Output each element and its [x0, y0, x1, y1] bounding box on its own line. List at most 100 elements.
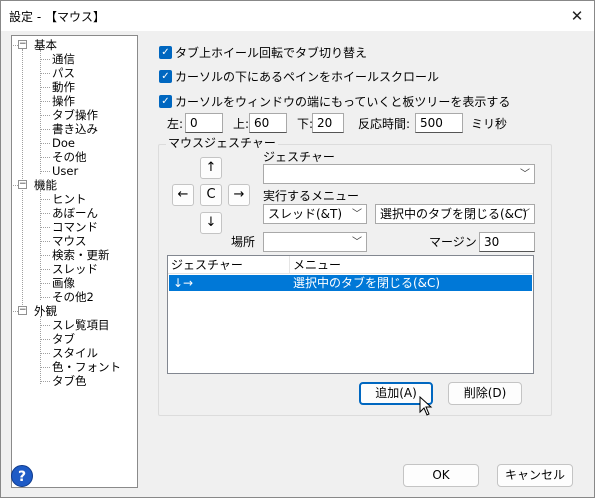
chevron-down-icon[interactable]: ﹀ [352, 236, 362, 250]
tree-connector [40, 59, 50, 60]
menu-action-combo[interactable]: 選択中のタブを閉じる(&C) ﹀ [375, 204, 535, 224]
gesture-list-header: ジェスチャー メニュー [168, 256, 533, 274]
tree-connector [40, 115, 50, 116]
chevron-down-icon[interactable]: ﹀ [352, 208, 362, 222]
tree-item[interactable]: 通信 [52, 52, 75, 66]
wheel-pane-scroll-label[interactable]: カーソルの下にあるペインをホイールスクロール [175, 70, 439, 84]
chevron-down-icon[interactable]: ﹀ [520, 208, 530, 222]
gesture-right-button[interactable]: → [228, 184, 250, 206]
row-menu: 選択中のタブを閉じる(&C) [293, 276, 441, 290]
tree-item[interactable]: 操作 [52, 94, 75, 108]
tree-item[interactable]: User [52, 164, 78, 178]
chevron-down-icon[interactable]: ﹀ [520, 168, 530, 182]
ok-button[interactable]: OK [403, 464, 479, 487]
mouse-gesture-group-label: マウスジェスチャー [166, 136, 278, 150]
edge-show-tree-label[interactable]: カーソルをウィンドウの端にもっていくと板ツリーを表示する [175, 95, 510, 109]
tree-item[interactable]: その他 [52, 150, 87, 164]
wheel-pane-scroll-checkbox[interactable]: ✓ [159, 70, 172, 83]
column-menu[interactable]: メニュー [290, 256, 533, 274]
expand-toggle-icon[interactable]: − [18, 180, 27, 189]
help-icon[interactable]: ? [11, 465, 33, 487]
tree-item[interactable]: Doe [52, 136, 75, 150]
tree-item[interactable]: タブ [52, 332, 75, 346]
tree-connector [40, 353, 50, 354]
menu-category-combo[interactable]: スレッド(&T) ﹀ [263, 204, 367, 224]
tree-group-item[interactable]: 外観 [34, 304, 57, 318]
tree-item[interactable]: 画像 [52, 276, 75, 290]
settings-dialog: 設定 - 【マウス】 ✕ − 基本 通信 パス 動作 操作 タブ操作 書き込み Doe その他 Us… [0, 0, 595, 498]
tree-connector [40, 381, 50, 382]
tree-connector [40, 73, 50, 74]
edge-top-input[interactable]: 60 [249, 113, 287, 133]
menu-category-value: スレッド(&T) [268, 207, 343, 221]
tree-connector [40, 199, 50, 200]
tree-item[interactable]: スレッド [52, 262, 98, 276]
tree-item[interactable]: スタイル [52, 346, 98, 360]
edge-show-tree-checkbox[interactable]: ✓ [159, 95, 172, 108]
edge-bottom-input[interactable]: 20 [312, 113, 344, 133]
gesture-center-button[interactable]: C [200, 184, 222, 206]
margin-label: マージン [429, 235, 477, 249]
gesture-up-button[interactable]: ↑ [200, 157, 222, 179]
column-gesture[interactable]: ジェスチャー [168, 256, 290, 274]
edge-left-input[interactable]: 0 [185, 113, 223, 133]
gesture-left-button[interactable]: ← [172, 184, 194, 206]
place-label: 場所 [231, 235, 256, 249]
delete-button[interactable]: 削除(D) [448, 382, 522, 405]
tree-item[interactable]: あぼーん [52, 206, 98, 220]
tree-group-item[interactable]: 機能 [34, 178, 57, 192]
tree-connector [40, 297, 50, 298]
wheel-tab-switch-checkbox[interactable]: ✓ [159, 46, 172, 59]
reaction-time-input[interactable]: 500 [415, 113, 463, 133]
tree-item[interactable]: 書き込み [52, 122, 98, 136]
tree-item[interactable]: 色・フォント [52, 360, 121, 374]
tree-connector [40, 339, 50, 340]
tree-group-item[interactable]: 基本 [34, 38, 57, 52]
tree-connector [40, 269, 50, 270]
tree-connector [40, 157, 50, 158]
place-combo[interactable]: ﹀ [263, 232, 367, 252]
tree-connector [40, 283, 50, 284]
tree-item[interactable]: 検索・更新 [52, 248, 110, 262]
gesture-label: ジェスチャー [263, 150, 335, 164]
expand-toggle-icon[interactable]: − [18, 40, 27, 49]
tree-connector [40, 50, 41, 174]
tree-item[interactable]: コマンド [52, 220, 98, 234]
tree-connector [40, 255, 50, 256]
tree-connector [40, 325, 50, 326]
tree-connector [40, 213, 50, 214]
tree-item[interactable]: タブ操作 [52, 108, 98, 122]
wheel-tab-switch-label[interactable]: タブ上ホイール回転でタブ切り替え [175, 46, 367, 60]
menu-label: 実行するメニュー [263, 189, 360, 203]
tree-item[interactable]: パス [52, 66, 75, 80]
tree-connector [13, 311, 18, 312]
tree-item[interactable]: その他2 [52, 290, 94, 304]
window-title: 設定 - 【マウス】 [9, 10, 105, 24]
tree-connector [40, 367, 50, 368]
tree-item[interactable]: スレ覧項目 [52, 318, 110, 332]
edge-bottom-label: 下: [297, 117, 314, 131]
tree-connector [40, 241, 50, 242]
tree-item[interactable]: タブ色 [52, 374, 87, 388]
tree-connector [40, 171, 50, 172]
reaction-time-label: 反応時間: [358, 117, 411, 131]
tree-connector [40, 101, 50, 102]
tree-item[interactable]: 動作 [52, 80, 75, 94]
close-icon[interactable]: ✕ [564, 3, 590, 29]
gesture-down-button[interactable]: ↓ [200, 212, 222, 234]
edge-left-label: 左: [167, 117, 184, 131]
margin-input[interactable]: 30 [479, 232, 535, 252]
table-row[interactable]: ↓→ 選択中のタブを閉じる(&C) [169, 275, 532, 291]
tree-connector [13, 45, 18, 46]
cancel-button[interactable]: キャンセル [497, 464, 573, 487]
row-gesture: ↓→ [173, 276, 194, 290]
gesture-combo[interactable]: ﹀ [263, 164, 535, 184]
mouse-cursor-icon [419, 396, 433, 416]
title-bar: 設定 - 【マウス】 ✕ [1, 1, 594, 31]
tree-item[interactable]: ヒント [52, 192, 87, 206]
tree-item[interactable]: マウス [52, 234, 87, 248]
expand-toggle-icon[interactable]: − [18, 306, 27, 315]
tree-connector [40, 129, 50, 130]
gesture-list[interactable]: ジェスチャー メニュー ↓→ 選択中のタブを閉じる(&C) [167, 255, 534, 374]
category-tree[interactable]: − 基本 通信 パス 動作 操作 タブ操作 書き込み Doe その他 User − 機能 ヒント あぼーんコ… [11, 35, 138, 488]
